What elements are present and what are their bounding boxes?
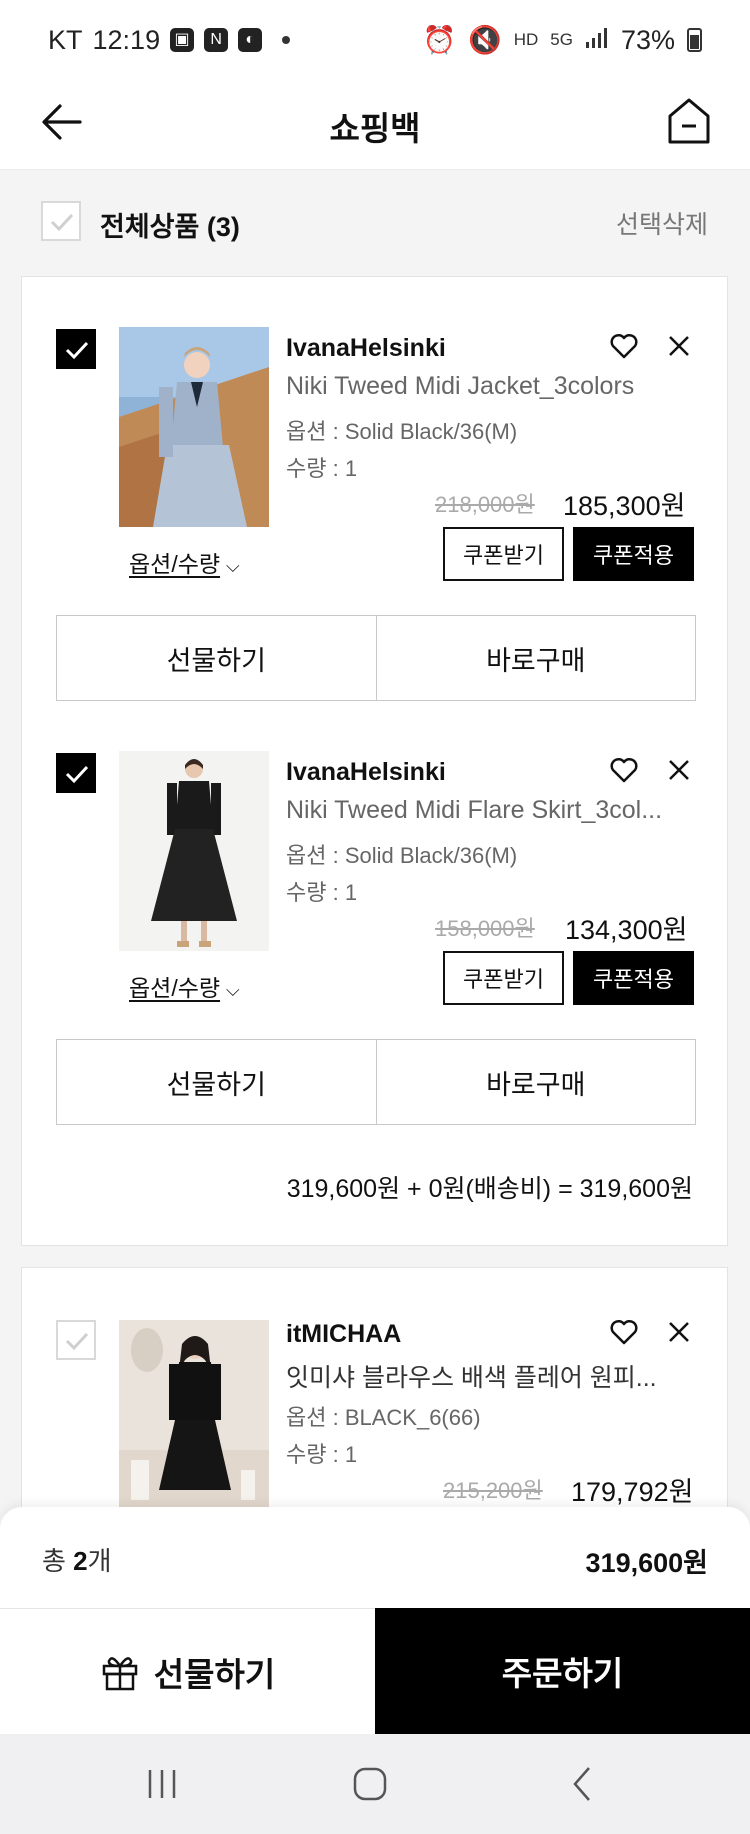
gallery-icon: ▣ [170, 28, 195, 52]
select-all-checkbox[interactable] [41, 201, 81, 241]
close-icon[interactable] [664, 331, 694, 361]
app-icon: ◐ [238, 28, 263, 52]
item-checkbox[interactable] [56, 753, 96, 793]
chevron-down-icon: ⌵ [226, 556, 240, 576]
original-price: 215,200원 [443, 1478, 543, 1503]
alarm-icon: ⏰ [422, 25, 457, 55]
option-quantity-label: 옵션/수량 [129, 551, 221, 577]
naver-icon: N [204, 28, 229, 52]
brand-name[interactable]: IvanaHelsinki [286, 334, 446, 363]
carrier: KT [48, 24, 83, 55]
count-prefix: 총 [42, 1546, 74, 1576]
hd-icon: HD [513, 30, 539, 49]
option-quantity-label: 옵션/수량 [129, 975, 221, 1001]
option-quantity-toggle[interactable]: 옵션/수량 ⌵ [129, 545, 240, 579]
product-quantity: 수량 : 1 [286, 456, 358, 481]
product-option: 옵션 : Solid Black/36(M) [286, 843, 518, 868]
original-price: 218,000원 [435, 492, 535, 517]
chevron-down-icon: ⌵ [226, 980, 240, 1000]
status-left: KT 12:19 ▣ N ◐ [48, 24, 291, 56]
item-checkbox[interactable] [56, 329, 96, 369]
product-option: 옵션 : BLACK_6(66) [286, 1405, 481, 1430]
coupon-apply-button[interactable]: 쿠폰적용 [573, 951, 694, 1005]
buy-now-button[interactable]: 바로구매 [375, 616, 696, 700]
heart-icon[interactable] [609, 1317, 639, 1347]
heart-icon[interactable] [609, 755, 639, 785]
coupon-receive-button[interactable]: 쿠폰받기 [443, 951, 564, 1005]
buy-now-button[interactable]: 바로구매 [375, 1040, 696, 1124]
mute-icon: 🔇 [468, 25, 502, 55]
battery-icon [687, 28, 702, 52]
count-value: 2 [73, 1546, 88, 1576]
system-nav-bar [0, 1734, 750, 1834]
sale-price: 134,300원 [565, 915, 688, 945]
order-total-sheet: 총 2개 319,600원 [0, 1507, 750, 1609]
gift-order-button[interactable]: 선물하기 [0, 1608, 375, 1734]
product-name[interactable]: Niki Tweed Midi Jacket_3colors [286, 372, 691, 401]
clock: 12:19 [92, 24, 161, 55]
status-bar: KT 12:19 ▣ N ◐ ⏰ 🔇 HD 5G 73% [0, 0, 750, 80]
group-price-summary: 319,600원 + 0원(배송비) = 319,600원 [286, 1175, 693, 1203]
page-title: 쇼핑백 [329, 110, 421, 147]
gift-order-label: 선물하기 [153, 1655, 276, 1693]
order-button[interactable]: 주문하기 [375, 1608, 750, 1734]
product-option: 옵션 : Solid Black/36(M) [286, 419, 518, 444]
close-icon[interactable] [664, 755, 694, 785]
home-button-icon[interactable] [350, 1764, 390, 1804]
product-quantity: 수량 : 1 [286, 880, 358, 905]
recent-apps-icon[interactable] [142, 1764, 182, 1804]
home-icon[interactable] [666, 96, 712, 146]
coupon-apply-button[interactable]: 쿠폰적용 [573, 527, 694, 581]
product-name[interactable]: Niki Tweed Midi Flare Skirt_3col... [286, 796, 691, 825]
delete-selected-button[interactable]: 선택삭제 [616, 205, 708, 241]
item-checkbox[interactable] [56, 1320, 96, 1360]
heart-icon[interactable] [609, 331, 639, 361]
brand-name[interactable]: IvanaHelsinki [286, 758, 446, 787]
total-amount: 319,600원 [585, 1548, 708, 1578]
cart-group-card: IvanaHelsinki Niki Tweed Midi Jacket_3co… [21, 276, 728, 1246]
cart-group-card: itMICHAA 잇미샤 블라우스 배색 플레어 원피... 옵션 : BLAC… [21, 1267, 728, 1527]
app-header: 쇼핑백 [0, 80, 750, 170]
product-image[interactable] [119, 327, 269, 527]
selected-count: 총 2개 [42, 1541, 112, 1578]
notification-dot-icon [282, 36, 291, 44]
gift-button[interactable]: 선물하기 [57, 1040, 376, 1124]
sale-price: 179,792원 [571, 1477, 694, 1507]
gift-button[interactable]: 선물하기 [57, 616, 376, 700]
product-name[interactable]: 잇미샤 블라우스 배색 플레어 원피... [286, 1358, 691, 1394]
select-all-label: 전체상품 (3) [100, 212, 240, 242]
brand-name[interactable]: itMICHAA [286, 1320, 401, 1349]
item-actions: 선물하기 바로구매 [56, 1039, 696, 1125]
product-image[interactable] [119, 751, 269, 951]
status-right: ⏰ 🔇 HD 5G 73% [422, 24, 702, 56]
gift-icon [102, 1656, 138, 1690]
close-icon[interactable] [664, 1317, 694, 1347]
signal-icon [585, 25, 609, 56]
back-button-icon[interactable] [563, 1764, 603, 1804]
product-quantity: 수량 : 1 [286, 1442, 358, 1467]
count-suffix: 개 [87, 1546, 112, 1576]
item-actions: 선물하기 바로구매 [56, 615, 696, 701]
order-bar: 선물하기 주문하기 [0, 1608, 750, 1734]
original-price: 158,000원 [435, 916, 535, 941]
sale-price: 185,300원 [563, 491, 686, 521]
product-image[interactable] [119, 1320, 269, 1520]
select-all-row: 전체상품 (3) 선택삭제 [0, 171, 750, 271]
network-type: 5G [550, 30, 573, 49]
option-quantity-toggle[interactable]: 옵션/수량 ⌵ [129, 969, 240, 1003]
battery-percent: 73% [620, 24, 675, 55]
coupon-receive-button[interactable]: 쿠폰받기 [443, 527, 564, 581]
